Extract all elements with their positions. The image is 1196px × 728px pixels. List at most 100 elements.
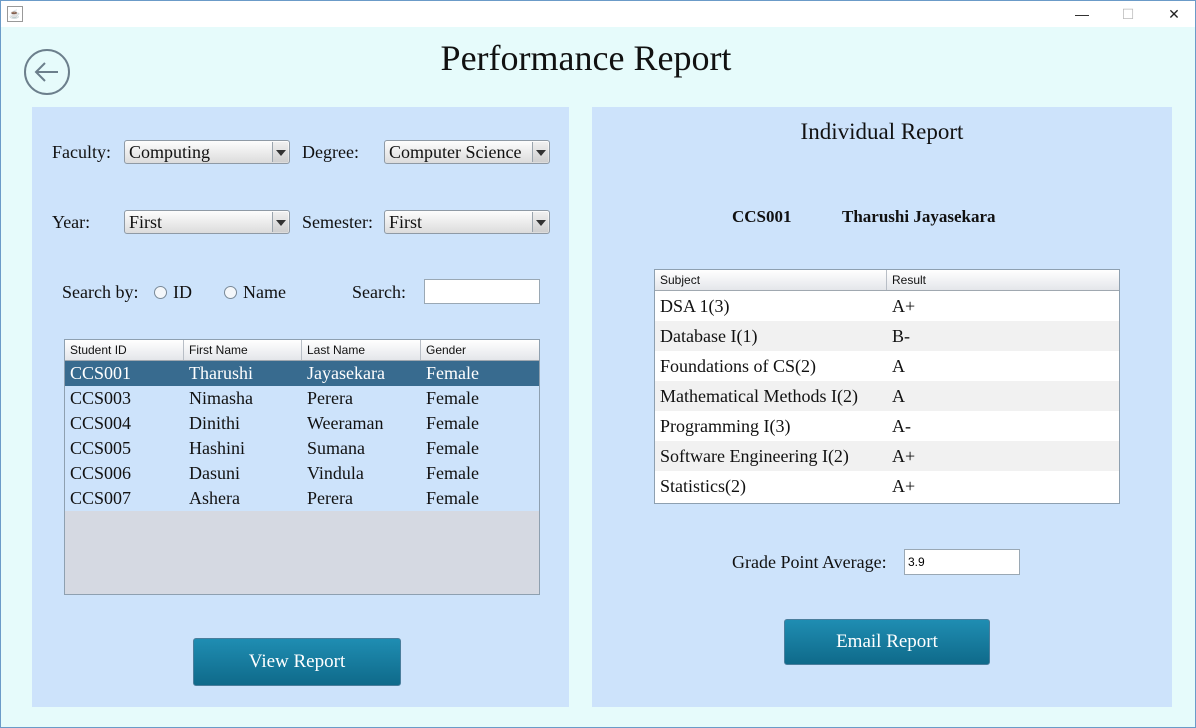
semester-value: First: [389, 212, 423, 232]
cell-subject: Software Engineering I(2): [660, 446, 849, 466]
search-by-name-label: Name: [243, 282, 286, 302]
java-icon: ☕: [7, 6, 23, 22]
chevron-down-icon: [532, 212, 548, 232]
student-selection-panel: Faculty: Computing Degree: Computer Scie…: [32, 107, 569, 707]
cell-student-id: CCS004: [70, 413, 132, 433]
column-header[interactable]: Result: [887, 270, 1119, 290]
table-row[interactable]: CCS005 Hashini Sumana Female: [65, 436, 539, 461]
cell-gender: Female: [426, 438, 479, 458]
cell-result: A-: [892, 416, 911, 436]
close-button[interactable]: ✕: [1151, 1, 1196, 27]
cell-subject: Programming I(3): [660, 416, 791, 436]
cell-result: A: [892, 356, 905, 376]
cell-last-name: Vindula: [307, 463, 364, 483]
maximize-button[interactable]: ☐: [1105, 1, 1151, 27]
search-label: Search:: [352, 282, 406, 302]
year-value: First: [129, 212, 163, 232]
cell-first-name: Nimasha: [189, 388, 253, 408]
chevron-down-icon: [532, 142, 548, 162]
table-row[interactable]: Programming I(3) A-: [655, 411, 1119, 441]
cell-subject: DSA 1(3): [660, 296, 730, 316]
results-table-header: Subject Result: [655, 270, 1119, 291]
cell-gender: Female: [426, 488, 479, 508]
cell-gender: Female: [426, 388, 479, 408]
cell-result: A+: [892, 446, 916, 466]
cell-first-name: Hashini: [189, 438, 245, 458]
column-header[interactable]: Subject: [655, 270, 887, 290]
cell-last-name: Weeraman: [307, 413, 384, 433]
gpa-field[interactable]: 3.9: [904, 549, 1020, 575]
search-by-label: Search by:: [62, 282, 139, 302]
view-report-button[interactable]: View Report: [193, 638, 401, 686]
table-row[interactable]: CCS007 Ashera Perera Female: [65, 486, 539, 511]
report-student-name: Tharushi Jayasekara: [842, 207, 996, 226]
report-heading: Individual Report: [800, 119, 964, 144]
students-table-header: Student ID First Name Last Name Gender: [65, 340, 539, 361]
cell-last-name: Sumana: [307, 438, 365, 458]
page-title: Performance Report: [440, 38, 732, 78]
cell-student-id: CCS001: [70, 363, 132, 383]
column-header[interactable]: Gender: [421, 340, 539, 360]
email-report-button[interactable]: Email Report: [784, 619, 990, 665]
table-row[interactable]: Database I(1) B-: [655, 321, 1119, 351]
report-student-id: CCS001: [732, 207, 792, 226]
faculty-value: Computing: [129, 142, 211, 162]
cell-subject: Statistics(2): [660, 476, 746, 496]
year-dropdown[interactable]: First: [124, 210, 290, 234]
semester-dropdown[interactable]: First: [384, 210, 550, 234]
cell-subject: Mathematical Methods I(2): [660, 386, 858, 406]
cell-last-name: Perera: [307, 488, 353, 508]
table-row[interactable]: CCS004 Dinithi Weeraman Female: [65, 411, 539, 436]
cell-first-name: Ashera: [189, 488, 240, 508]
table-row[interactable]: CCS001 Tharushi Jayasekara Female: [65, 361, 539, 386]
degree-value: Computer Science: [389, 142, 522, 162]
cell-subject: Foundations of CS(2): [660, 356, 817, 376]
cell-gender: Female: [426, 413, 479, 433]
cell-student-id: CCS006: [70, 463, 132, 483]
search-by-name-radio[interactable]: [224, 286, 237, 299]
degree-label: Degree:: [302, 142, 359, 162]
app-window: ☕ — ☐ ✕ Performance Report Faculty: Comp…: [0, 0, 1196, 728]
cell-student-id: CCS007: [70, 488, 132, 508]
table-row[interactable]: Software Engineering I(2) A+: [655, 441, 1119, 471]
table-row[interactable]: Mathematical Methods I(2) A: [655, 381, 1119, 411]
cell-result: B-: [892, 326, 910, 346]
students-table: Student ID First Name Last Name Gender C…: [64, 339, 540, 595]
table-row[interactable]: CCS006 Dasuni Vindula Female: [65, 461, 539, 486]
column-header[interactable]: Last Name: [302, 340, 421, 360]
table-row[interactable]: CCS003 Nimasha Perera Female: [65, 386, 539, 411]
search-by-id-label: ID: [173, 282, 192, 302]
table-row[interactable]: DSA 1(3) A+: [655, 291, 1119, 321]
search-input[interactable]: [424, 279, 540, 304]
cell-first-name: Dasuni: [189, 463, 240, 483]
cell-gender: Female: [426, 363, 479, 383]
semester-label: Semester:: [302, 212, 373, 232]
degree-dropdown[interactable]: Computer Science: [384, 140, 550, 164]
column-header[interactable]: First Name: [184, 340, 302, 360]
faculty-label: Faculty:: [52, 142, 111, 162]
gpa-label: Grade Point Average:: [732, 552, 887, 572]
cell-student-id: CCS003: [70, 388, 132, 408]
results-table: Subject Result DSA 1(3) A+ Database I(1)…: [654, 269, 1120, 504]
title-bar: ☕ — ☐ ✕: [1, 1, 1195, 27]
individual-report-panel: Individual Report CCS001 Tharushi Jayase…: [592, 107, 1172, 707]
cell-last-name: Perera: [307, 388, 353, 408]
column-header[interactable]: Student ID: [65, 340, 184, 360]
chevron-down-icon: [272, 212, 288, 232]
faculty-dropdown[interactable]: Computing: [124, 140, 290, 164]
cell-result: A+: [892, 296, 916, 316]
cell-first-name: Tharushi: [189, 363, 253, 383]
cell-gender: Female: [426, 463, 479, 483]
table-row[interactable]: Statistics(2) A+: [655, 471, 1119, 501]
search-by-id-radio[interactable]: [154, 286, 167, 299]
cell-result: A: [892, 386, 905, 406]
chevron-down-icon: [272, 142, 288, 162]
cell-subject: Database I(1): [660, 326, 758, 346]
cell-student-id: CCS005: [70, 438, 132, 458]
year-label: Year:: [52, 212, 91, 232]
minimize-button[interactable]: —: [1059, 1, 1105, 27]
table-row[interactable]: Foundations of CS(2) A: [655, 351, 1119, 381]
cell-first-name: Dinithi: [189, 413, 241, 433]
cell-last-name: Jayasekara: [307, 363, 385, 383]
cell-result: A+: [892, 476, 916, 496]
